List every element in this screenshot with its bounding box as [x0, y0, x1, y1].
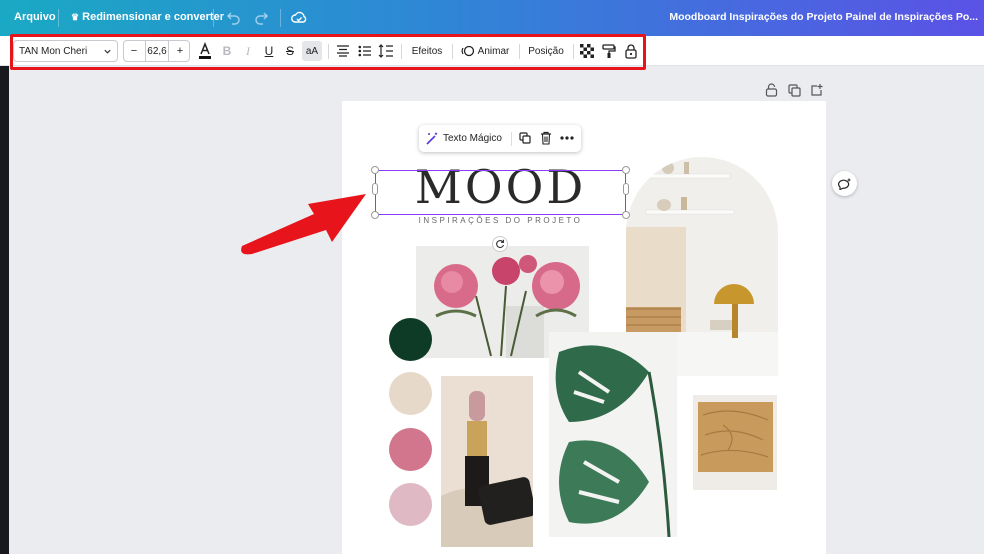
wood-texture-sample[interactable]	[693, 395, 777, 490]
resize-label: Redimensionar e converter	[82, 11, 224, 23]
resize-button[interactable]: ♛ Redimensionar e converter	[71, 11, 224, 23]
subtitle-text[interactable]: INSPIRAÇÕES DO PROJETO	[375, 216, 626, 225]
resize-handle[interactable]	[371, 166, 379, 174]
rotate-icon	[496, 239, 505, 249]
comment-icon	[838, 178, 851, 190]
magic-text-label: Texto Mágico	[443, 133, 502, 144]
monstera-leaf-photo[interactable]	[549, 332, 677, 537]
magic-text-button[interactable]: Texto Mágico	[426, 125, 502, 152]
color-swatch-blush[interactable]	[389, 483, 432, 526]
divider	[511, 132, 512, 146]
magic-wand-icon	[426, 132, 438, 145]
toolbar-highlight-annotation	[10, 34, 646, 70]
duplicate-page-icon[interactable]	[788, 84, 801, 97]
red-arrow-annotation	[241, 194, 366, 255]
file-menu[interactable]: Arquivo	[14, 11, 56, 23]
add-comment-button[interactable]	[832, 171, 857, 196]
crown-icon: ♛	[71, 12, 80, 22]
color-swatch-beige[interactable]	[389, 372, 432, 415]
text-selection-box	[375, 170, 626, 215]
resize-handle[interactable]	[622, 211, 630, 219]
resize-handle[interactable]	[371, 211, 379, 219]
document-title[interactable]: Moodboard Inspirações do Projeto Painel …	[669, 11, 978, 23]
top-bar: Arquivo ♛ Redimensionar e converter Mood…	[0, 0, 984, 36]
divider	[213, 9, 214, 27]
color-swatch-rose[interactable]	[389, 428, 432, 471]
side-panel-edge	[0, 66, 9, 554]
page-lock-icon[interactable]	[765, 83, 778, 97]
resize-handle[interactable]	[622, 166, 630, 174]
side-handle-right[interactable]	[623, 183, 629, 195]
add-page-icon[interactable]	[810, 83, 824, 97]
divider	[280, 9, 281, 27]
trash-icon[interactable]	[540, 131, 552, 145]
lipstick-photo[interactable]	[441, 376, 533, 547]
color-swatch-green[interactable]	[389, 318, 432, 361]
duplicate-icon[interactable]	[519, 132, 531, 144]
element-floating-toolbar: Texto Mágico	[419, 125, 581, 152]
rotate-handle[interactable]	[492, 236, 508, 252]
side-handle-left[interactable]	[372, 183, 378, 195]
divider	[58, 9, 59, 27]
redo-icon[interactable]	[253, 9, 271, 27]
cloud-save-icon[interactable]	[290, 9, 308, 27]
undo-icon[interactable]	[224, 9, 242, 27]
more-options-icon[interactable]	[560, 136, 574, 140]
